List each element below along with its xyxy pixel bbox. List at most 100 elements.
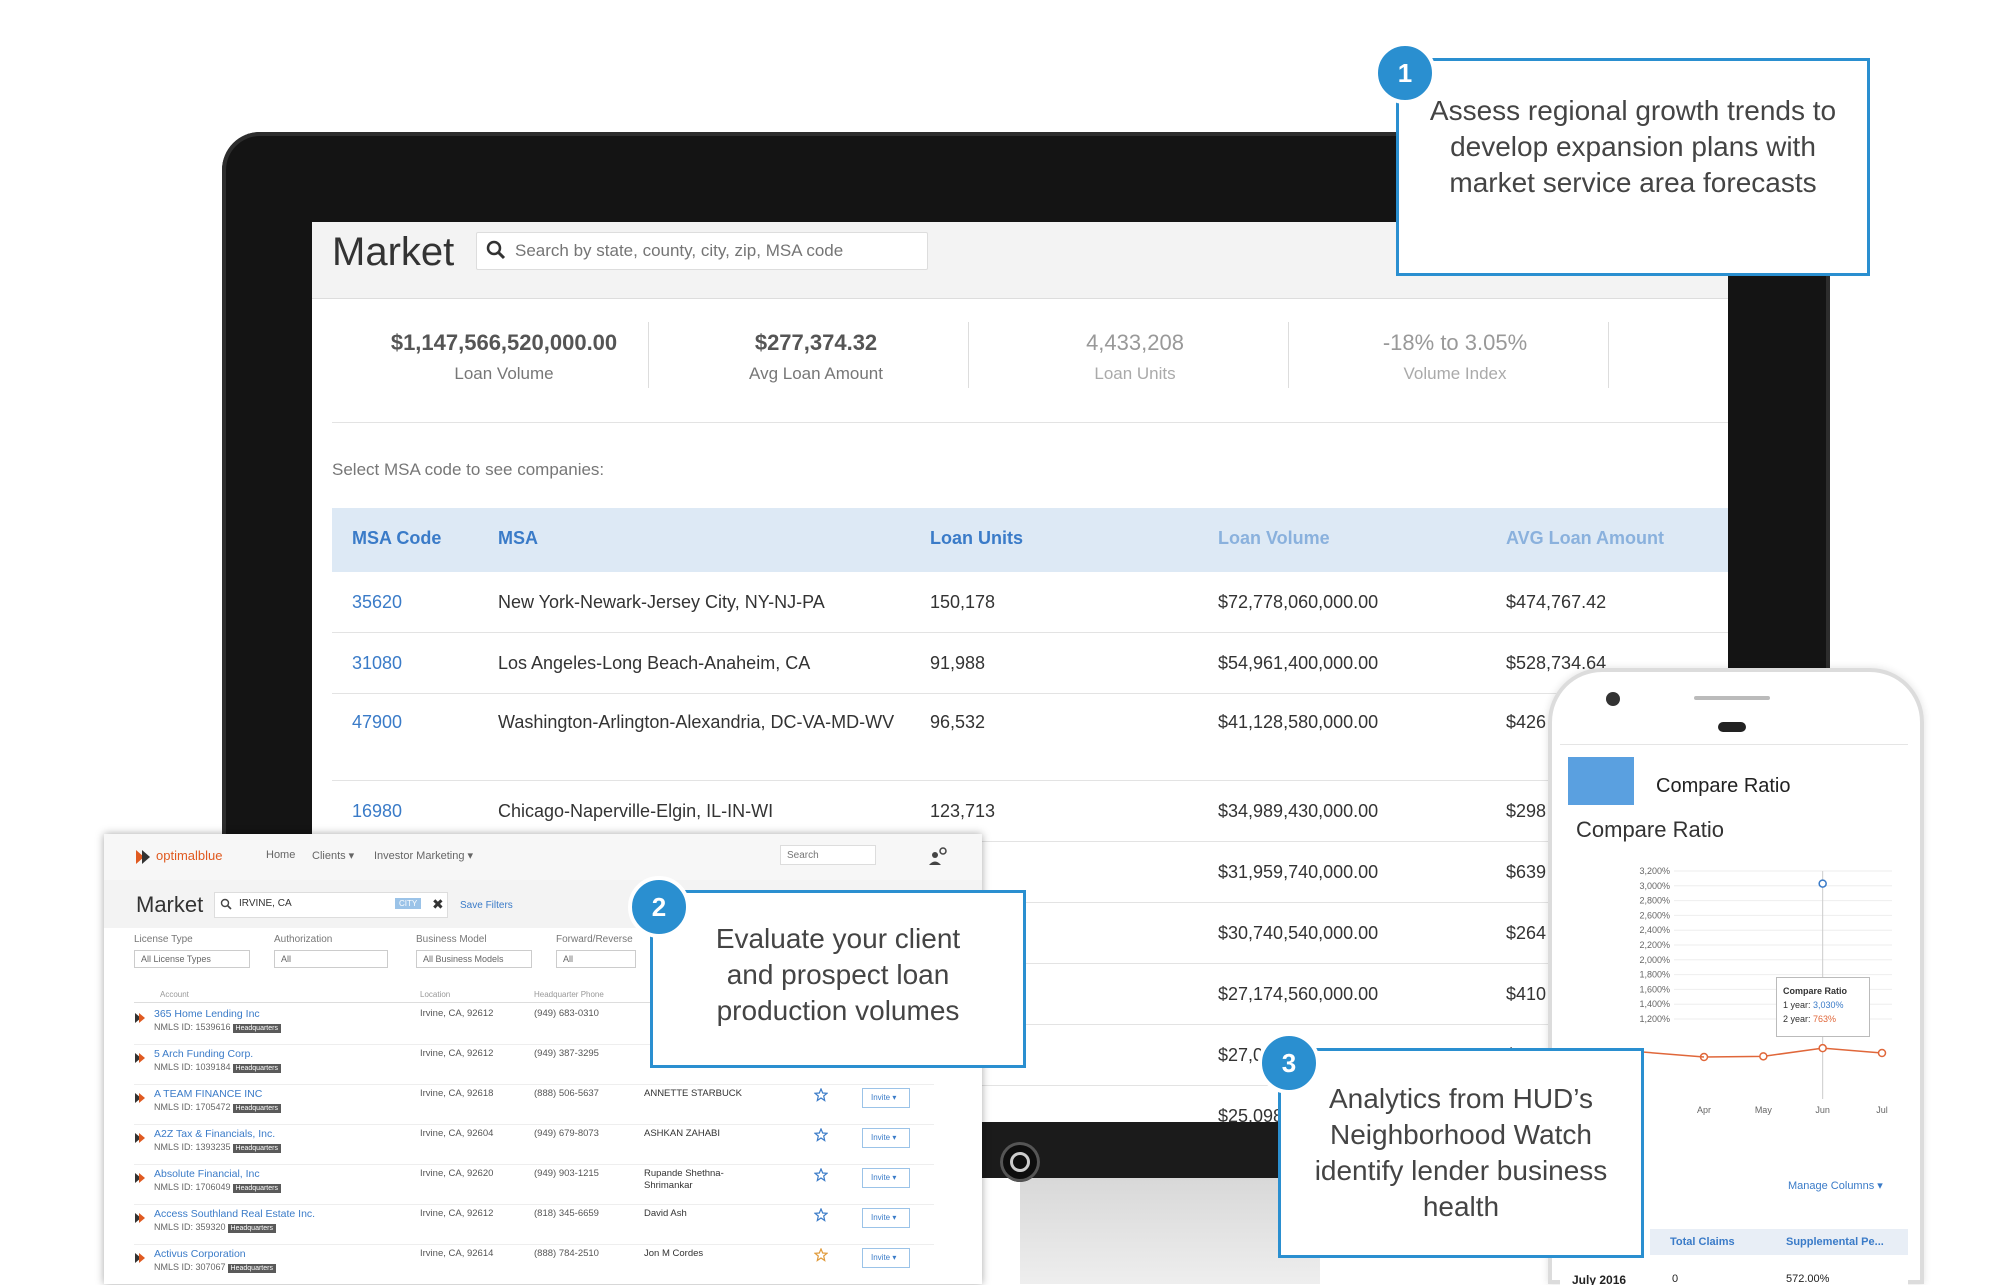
- user-settings-icon[interactable]: [928, 846, 948, 866]
- account-link[interactable]: A TEAM FINANCE INC: [154, 1088, 262, 1100]
- location: Irvine, CA, 92618: [420, 1088, 494, 1099]
- company-logo-icon: [135, 1013, 145, 1023]
- column-header-phone[interactable]: Headquarter Phone: [534, 990, 604, 999]
- data-point: [1877, 1048, 1887, 1058]
- account-link[interactable]: Access Southland Real Estate Inc.: [154, 1208, 315, 1220]
- msa-code-link[interactable]: 31080: [352, 651, 402, 675]
- msa-name: Los Angeles-Long Beach-Anaheim, CA: [498, 653, 811, 673]
- star-plus-icon[interactable]: [814, 1168, 828, 1182]
- row-pct: 572.00%: [1786, 1273, 1830, 1285]
- column-header-avg-loan[interactable]: AVG Loan Amount: [1506, 528, 1664, 549]
- account-link[interactable]: 365 Home Lending Inc: [154, 1008, 260, 1020]
- license-type-select[interactable]: All License Types: [134, 950, 250, 968]
- x-tick-label: Apr: [1697, 1105, 1711, 1115]
- search-value: IRVINE, CA: [239, 898, 292, 909]
- invite-button[interactable]: Invite ▾: [862, 1168, 910, 1188]
- invite-button[interactable]: Invite ▾: [862, 1248, 910, 1268]
- location: Irvine, CA, 92614: [420, 1248, 494, 1259]
- close-icon[interactable]: ✖: [432, 896, 444, 913]
- page-title: Market: [332, 230, 455, 274]
- y-tick-label: 2,200%: [1639, 940, 1670, 950]
- company-logo-icon: [135, 1213, 145, 1223]
- company-logo-icon: [135, 1133, 145, 1143]
- star-plus-icon[interactable]: [814, 1208, 828, 1222]
- column-header-supplemental[interactable]: Supplemental Pe...: [1786, 1236, 1884, 1248]
- nav-clients[interactable]: Clients ▾: [312, 849, 354, 862]
- x-tick-label: May: [1755, 1105, 1773, 1115]
- table-row[interactable]: Absolute Financial, Inc NMLS ID: 1706049…: [134, 1164, 934, 1205]
- y-tick-label: 1,400%: [1639, 999, 1670, 1009]
- logo-icon: [136, 850, 150, 864]
- column-header-location[interactable]: Location: [420, 990, 450, 999]
- compare-ratio-swatch: [1568, 757, 1634, 805]
- nav-investor-marketing[interactable]: Investor Marketing ▾: [374, 849, 473, 862]
- loan-units: 150,178: [930, 592, 996, 612]
- callout-1: Assess regional growth trends to develop…: [1396, 58, 1870, 276]
- chart-title: Compare Ratio: [1576, 817, 1724, 842]
- invite-button[interactable]: Invite ▾: [862, 1128, 910, 1148]
- avg-loan-amount: $639: [1506, 862, 1547, 882]
- location: Irvine, CA, 92612: [420, 1048, 494, 1059]
- phone: (949) 387-3295: [534, 1048, 599, 1059]
- invite-button[interactable]: Invite ▾: [862, 1208, 910, 1228]
- account-link[interactable]: Absolute Financial, Inc: [154, 1168, 260, 1180]
- nmls-id: NMLS ID: 359320 Headquarters: [154, 1222, 276, 1233]
- account-link[interactable]: Activus Corporation: [154, 1248, 246, 1260]
- nav-search-input[interactable]: [780, 845, 876, 865]
- y-tick-label: 2,600%: [1639, 910, 1670, 920]
- location-search[interactable]: IRVINE, CA CITY: [214, 892, 448, 918]
- invite-button[interactable]: Invite ▾: [862, 1088, 910, 1108]
- manage-columns-link[interactable]: Manage Columns ▾: [1788, 1179, 1883, 1192]
- authorization-select[interactable]: All: [274, 950, 388, 968]
- table-row[interactable]: 31080 Los Angeles-Long Beach-Anaheim, CA…: [332, 633, 1728, 694]
- msa-code-link[interactable]: 35620: [352, 590, 402, 614]
- contact: ANNETTE STARBUCK: [644, 1088, 743, 1099]
- star-plus-icon[interactable]: [814, 1248, 828, 1262]
- x-tick-label: Jul: [1876, 1105, 1888, 1115]
- search-input[interactable]: [513, 233, 917, 269]
- table-row[interactable]: A2Z Tax & Financials, Inc. NMLS ID: 1393…: [134, 1124, 934, 1165]
- loan-volume: $54,961,400,000.00: [1218, 653, 1379, 673]
- star-plus-icon[interactable]: [814, 1128, 828, 1142]
- business-model-select[interactable]: All Business Models: [416, 950, 532, 968]
- column-header-account[interactable]: Account: [160, 990, 189, 999]
- loan-volume: $27,174,560,000.00: [1218, 984, 1379, 1004]
- table-row[interactable]: 35620 New York-Newark-Jersey City, NY-NJ…: [332, 572, 1728, 633]
- location: Irvine, CA, 92612: [420, 1008, 494, 1019]
- market-search[interactable]: [476, 232, 928, 270]
- save-filters-link[interactable]: Save Filters: [460, 900, 513, 911]
- series-line: [1703, 1047, 1883, 1058]
- column-header-loan-units[interactable]: Loan Units: [930, 528, 1023, 549]
- y-tick-label: 2,000%: [1639, 955, 1670, 965]
- msa-name: Chicago-Naperville-Elgin, IL-IN-WI: [498, 801, 774, 821]
- tooltip-label: 1 year:: [1783, 1000, 1811, 1010]
- nmls-text: NMLS ID: 1539616: [154, 1022, 231, 1032]
- star-plus-icon[interactable]: [814, 1088, 828, 1102]
- table-row[interactable]: A TEAM FINANCE INC NMLS ID: 1705472 Headq…: [134, 1084, 934, 1125]
- table-row[interactable]: Access Southland Real Estate Inc. NMLS I…: [134, 1204, 934, 1245]
- account-link[interactable]: 5 Arch Funding Corp.: [154, 1048, 253, 1060]
- hq-badge: Headquarters: [232, 1024, 281, 1033]
- forward-reverse-select[interactable]: All: [556, 950, 636, 968]
- msa-code-link[interactable]: 47900: [352, 710, 402, 734]
- phone: (949) 683-0310: [534, 1008, 599, 1019]
- stat-value: 4,433,208: [1086, 330, 1184, 355]
- table-row[interactable]: Activus Corporation NMLS ID: 307067 Headq…: [134, 1244, 934, 1284]
- column-header-msa-code[interactable]: MSA Code: [352, 528, 441, 549]
- phone: (949) 903-1215: [534, 1168, 599, 1179]
- tooltip-value: 3,030%: [1813, 1000, 1844, 1010]
- tab-compare-ratio[interactable]: Compare Ratio: [1656, 775, 1791, 798]
- contact: Rupande Shethna-Shrimankar: [644, 1168, 724, 1191]
- nav-home[interactable]: Home: [266, 849, 295, 861]
- top-nav: optimalblue Home Clients ▾ Investor Mark…: [104, 834, 982, 881]
- contact: ASHKAN ZAHABI: [644, 1128, 721, 1139]
- account-link[interactable]: A2Z Tax & Financials, Inc.: [154, 1128, 275, 1140]
- data-point: [1818, 879, 1827, 888]
- column-header-total-claims[interactable]: Total Claims: [1670, 1236, 1735, 1248]
- column-header-loan-volume[interactable]: Loan Volume: [1218, 528, 1330, 549]
- table-row[interactable]: 47900 Washington-Arlington-Alexandria, D…: [332, 694, 1728, 781]
- column-header-msa[interactable]: MSA: [498, 528, 538, 549]
- msa-code-link[interactable]: 16980: [352, 799, 402, 823]
- loan-volume: $72,778,060,000.00: [1218, 592, 1379, 612]
- table-row[interactable]: 16980 Chicago-Naperville-Elgin, IL-IN-WI…: [332, 781, 1728, 842]
